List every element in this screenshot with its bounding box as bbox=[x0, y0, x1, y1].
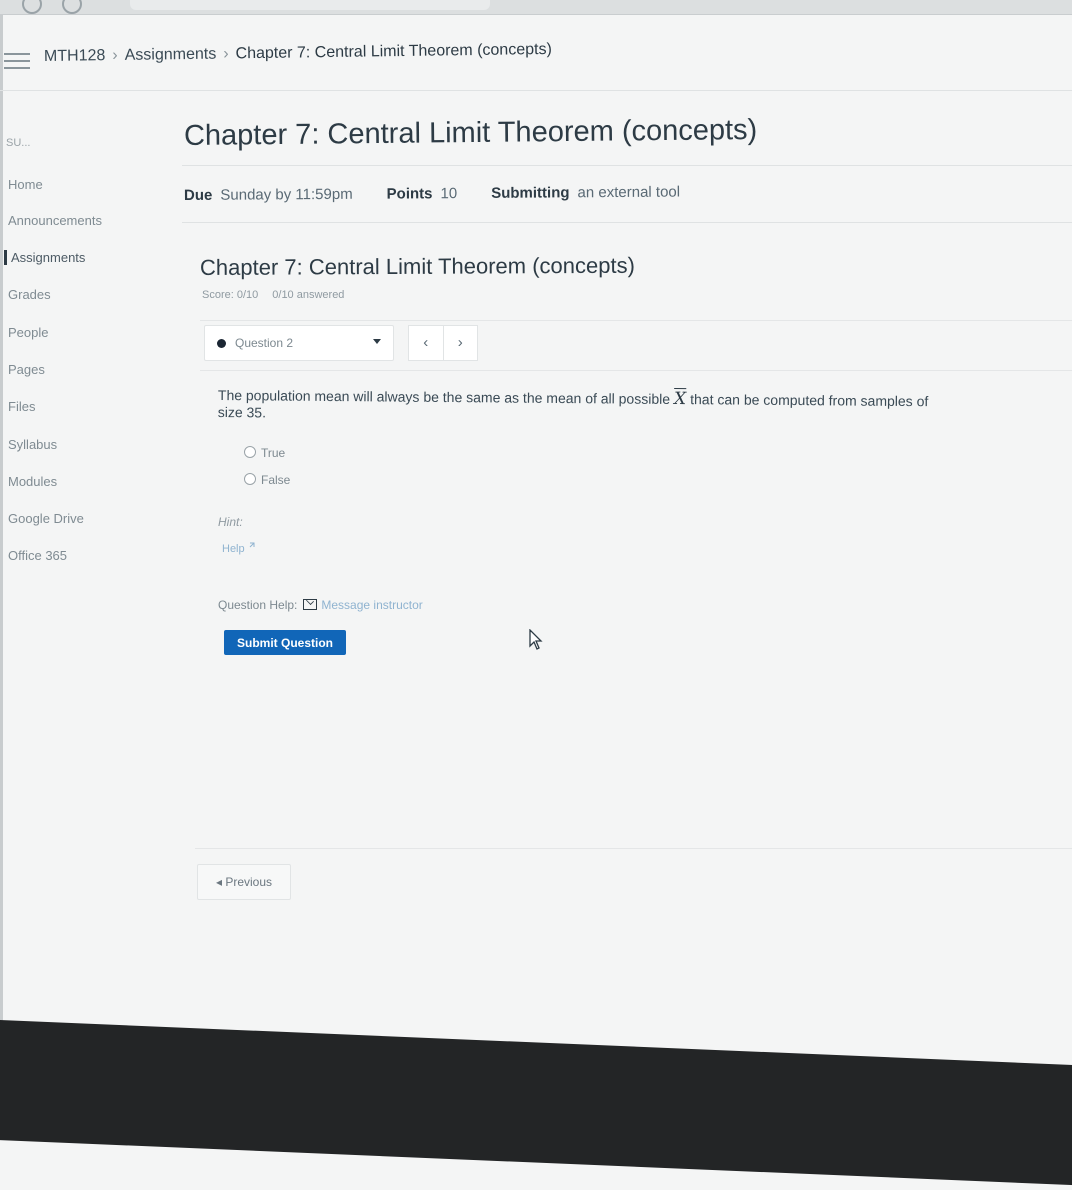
course-code: SU... bbox=[6, 137, 31, 149]
nav-grades[interactable]: Grades bbox=[4, 287, 51, 302]
footer-nav: ◂ Previous bbox=[195, 848, 1072, 909]
external-link-icon bbox=[249, 542, 255, 548]
reload-icon[interactable] bbox=[62, 0, 82, 14]
chevron-down-icon bbox=[373, 339, 381, 344]
previous-button[interactable]: ◂ Previous bbox=[197, 864, 291, 900]
nav-syllabus[interactable]: Syllabus bbox=[4, 437, 57, 452]
score-line: Score: 0/10 0/10 answered bbox=[202, 289, 344, 301]
option-label: False bbox=[261, 473, 291, 487]
nav-announcements[interactable]: Announcements bbox=[4, 213, 102, 228]
due-value: Sunday by 11:59pm bbox=[220, 185, 353, 204]
breadcrumb-separator: › bbox=[112, 46, 118, 65]
help-link-label[interactable]: Help bbox=[222, 543, 245, 555]
hamburger-icon[interactable] bbox=[4, 53, 30, 71]
nav-modules[interactable]: Modules bbox=[4, 474, 57, 489]
nav-files[interactable]: Files bbox=[4, 399, 35, 414]
question-select[interactable]: Question 2 bbox=[204, 325, 394, 361]
divider bbox=[200, 370, 1072, 371]
address-bar[interactable] bbox=[130, 0, 490, 10]
nav-people[interactable]: People bbox=[4, 325, 48, 340]
status-dot bbox=[217, 339, 226, 348]
divider bbox=[182, 165, 1072, 166]
breadcrumb-separator: › bbox=[223, 45, 229, 63]
breadcrumb: MTH128 › Assignments › Chapter 7: Central Li… bbox=[44, 41, 552, 66]
browser-bar bbox=[0, 0, 1072, 15]
divider bbox=[182, 222, 1072, 223]
radio-button[interactable] bbox=[244, 473, 256, 485]
question-help: Question Help: Message instructor bbox=[218, 598, 423, 612]
option-true[interactable]: True bbox=[244, 446, 285, 460]
breadcrumb-current: Chapter 7: Central Limit Theorem (concep… bbox=[235, 40, 552, 63]
submit-question-button[interactable]: Submit Question bbox=[224, 630, 346, 655]
divider bbox=[200, 320, 1072, 321]
due-label: Due bbox=[183, 186, 213, 204]
back-icon[interactable] bbox=[22, 0, 42, 14]
mail-icon bbox=[303, 599, 318, 610]
answered-count: 0/10 answered bbox=[272, 289, 345, 301]
external-tool-frame: Chapter 7: Central Limit Theorem (concep… bbox=[199, 252, 1072, 905]
question-text: The population mean will always be the s… bbox=[218, 387, 938, 427]
option-label: True bbox=[261, 446, 286, 460]
x-bar-symbol: X bbox=[673, 388, 687, 410]
option-false[interactable]: False bbox=[244, 473, 290, 487]
nav-google-drive[interactable]: Google Drive bbox=[4, 511, 84, 526]
submitting-value: an external tool bbox=[577, 183, 681, 202]
nav-pages[interactable]: Pages bbox=[4, 362, 45, 377]
breadcrumb-course[interactable]: MTH128 bbox=[44, 47, 106, 65]
prev-question-button[interactable]: ‹ bbox=[409, 326, 443, 360]
points-value: 10 bbox=[440, 185, 458, 203]
nav-assignments[interactable]: Assignments bbox=[4, 250, 85, 265]
next-question-button[interactable]: › bbox=[442, 326, 478, 360]
question-text-before: The population mean will always be the s… bbox=[217, 387, 671, 407]
score: Score: 0/10 bbox=[202, 289, 259, 301]
assignment-details: Due Sunday by 11:59pm Points 10 Submitting an… bbox=[184, 183, 714, 204]
radio-button[interactable] bbox=[244, 446, 256, 458]
breadcrumb-assignments[interactable]: Assignments bbox=[125, 46, 217, 64]
message-instructor-link[interactable]: Message instructor bbox=[321, 598, 422, 612]
hint-label: Hint: bbox=[218, 515, 243, 529]
course-header: MTH128 › Assignments › Chapter 7: Central Li… bbox=[0, 35, 1072, 91]
cursor-pointer-icon bbox=[529, 629, 543, 650]
points-label: Points bbox=[386, 185, 433, 203]
tool-title: Chapter 7: Central Limit Theorem (concep… bbox=[199, 252, 635, 280]
question-nav: ‹ › bbox=[408, 325, 478, 361]
page-title: Chapter 7: Central Limit Theorem (concep… bbox=[183, 114, 758, 153]
nav-home[interactable]: Home bbox=[4, 177, 43, 192]
help-link[interactable]: Help bbox=[222, 542, 255, 555]
submitting-label: Submitting bbox=[491, 184, 570, 202]
question-select-value: Question 2 bbox=[235, 336, 294, 350]
course-nav: SU... Home Announcements Assignments Gra… bbox=[0, 95, 170, 995]
monitor-bezel bbox=[0, 1020, 1072, 1190]
question-help-label: Question Help: bbox=[218, 598, 298, 612]
nav-office-365[interactable]: Office 365 bbox=[4, 548, 67, 563]
